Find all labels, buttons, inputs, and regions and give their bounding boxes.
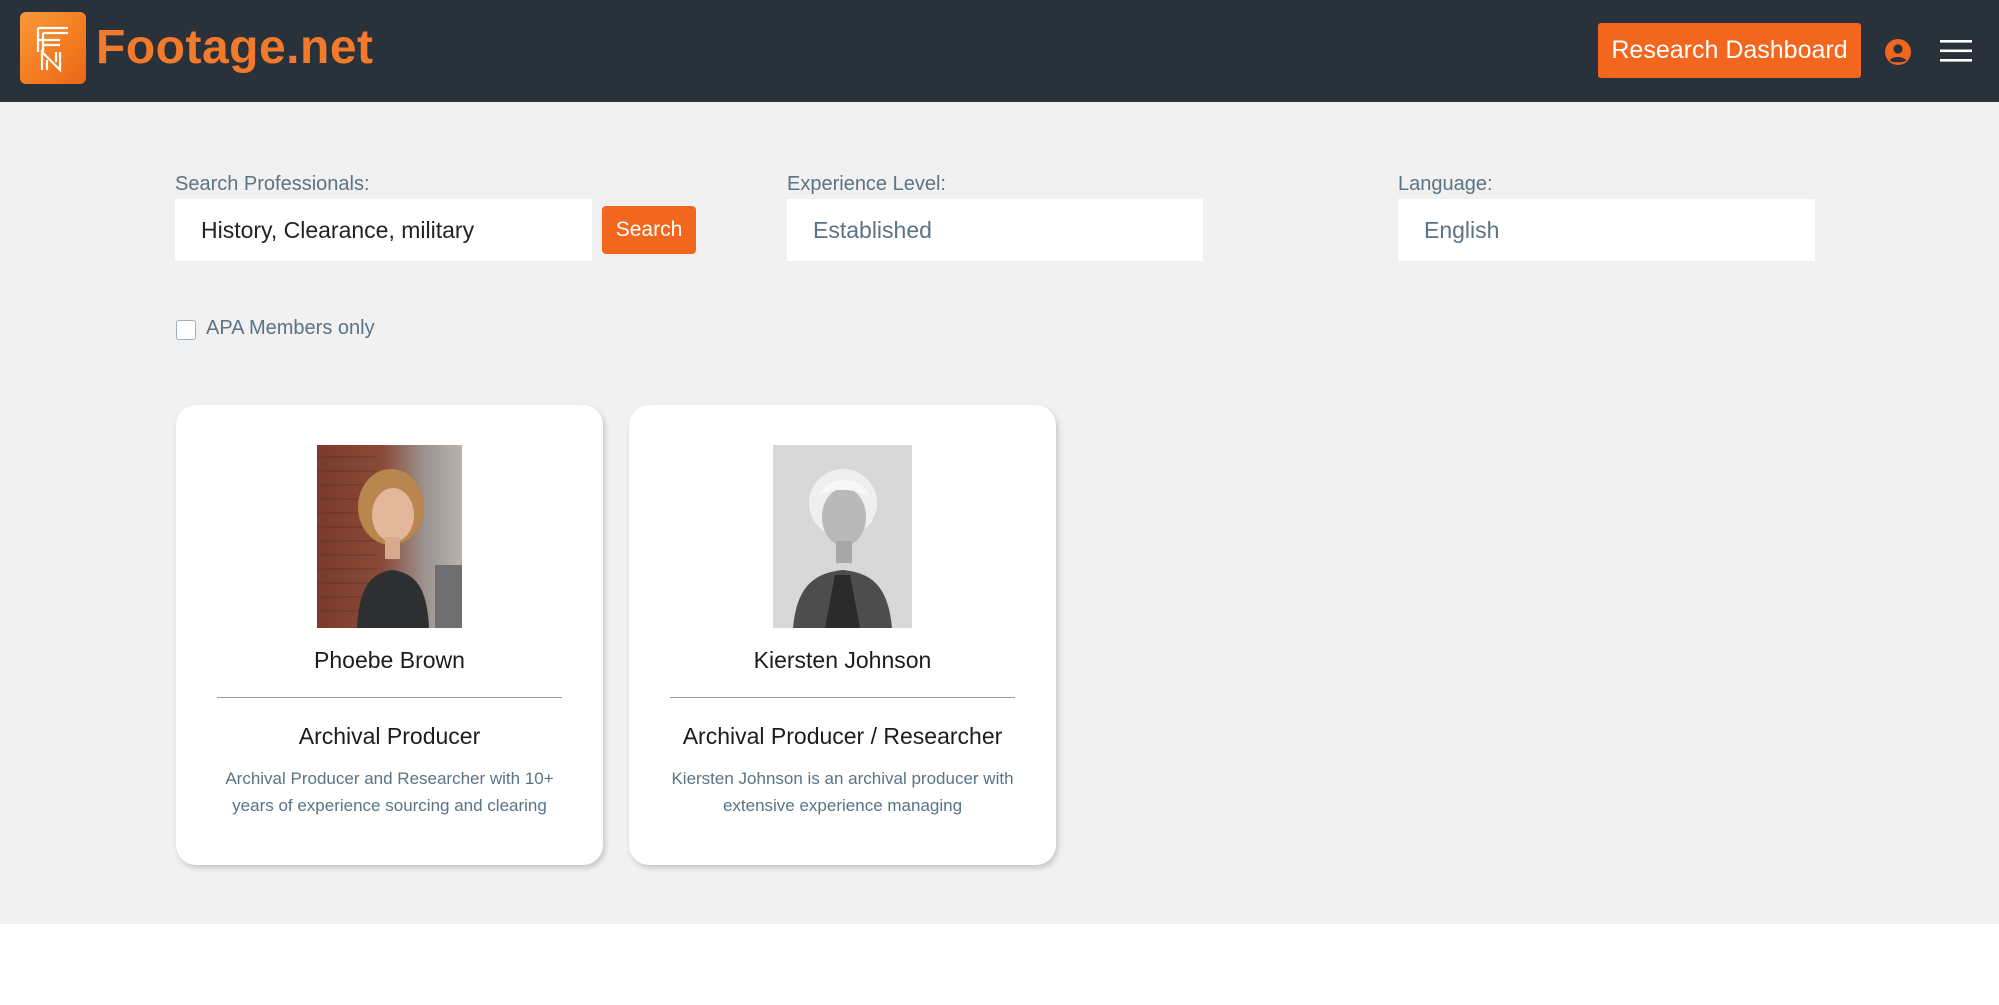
profile-photo[interactable] (317, 445, 462, 628)
professional-role: Archival Producer / Researcher (682, 723, 1003, 749)
footage-net-logo-icon[interactable] (20, 12, 86, 84)
research-dashboard-button[interactable]: Research Dashboard (1598, 23, 1861, 78)
apa-members-label[interactable]: APA Members only (206, 315, 375, 341)
profile-photo[interactable] (773, 445, 912, 628)
user-icon[interactable] (1884, 38, 1912, 71)
professional-card[interactable]: Kiersten Johnson Archival Producer / Res… (629, 405, 1056, 865)
search-button[interactable]: Search (602, 206, 696, 254)
main-content: Search Professionals: History, Clearance… (0, 102, 1999, 924)
hamburger-menu-icon[interactable] (1940, 38, 1972, 69)
language-label: Language: (1398, 173, 1493, 195)
search-input[interactable]: History, Clearance, military (175, 199, 592, 261)
professional-description: Kiersten Johnson is an archival producer… (671, 769, 1014, 815)
professional-name[interactable]: Kiersten Johnson (629, 645, 1056, 675)
language-select[interactable]: English (1398, 199, 1815, 261)
card-divider (670, 697, 1015, 698)
professional-card[interactable]: Phoebe Brown Archival Producer Archival … (176, 405, 603, 865)
professional-description: Archival Producer and Researcher with 10… (225, 769, 554, 815)
experience-level-select[interactable]: Established (787, 199, 1203, 261)
experience-level-label: Experience Level: (787, 173, 946, 195)
professional-name[interactable]: Phoebe Brown (176, 645, 603, 675)
search-professionals-label: Search Professionals: (175, 173, 370, 195)
professional-role: Archival Producer (298, 723, 481, 749)
top-nav-bar: Footage.net Research Dashboard (0, 0, 1999, 102)
apa-members-checkbox[interactable] (176, 320, 196, 340)
brand-name[interactable]: Footage.net (96, 18, 374, 78)
card-divider (217, 697, 562, 698)
